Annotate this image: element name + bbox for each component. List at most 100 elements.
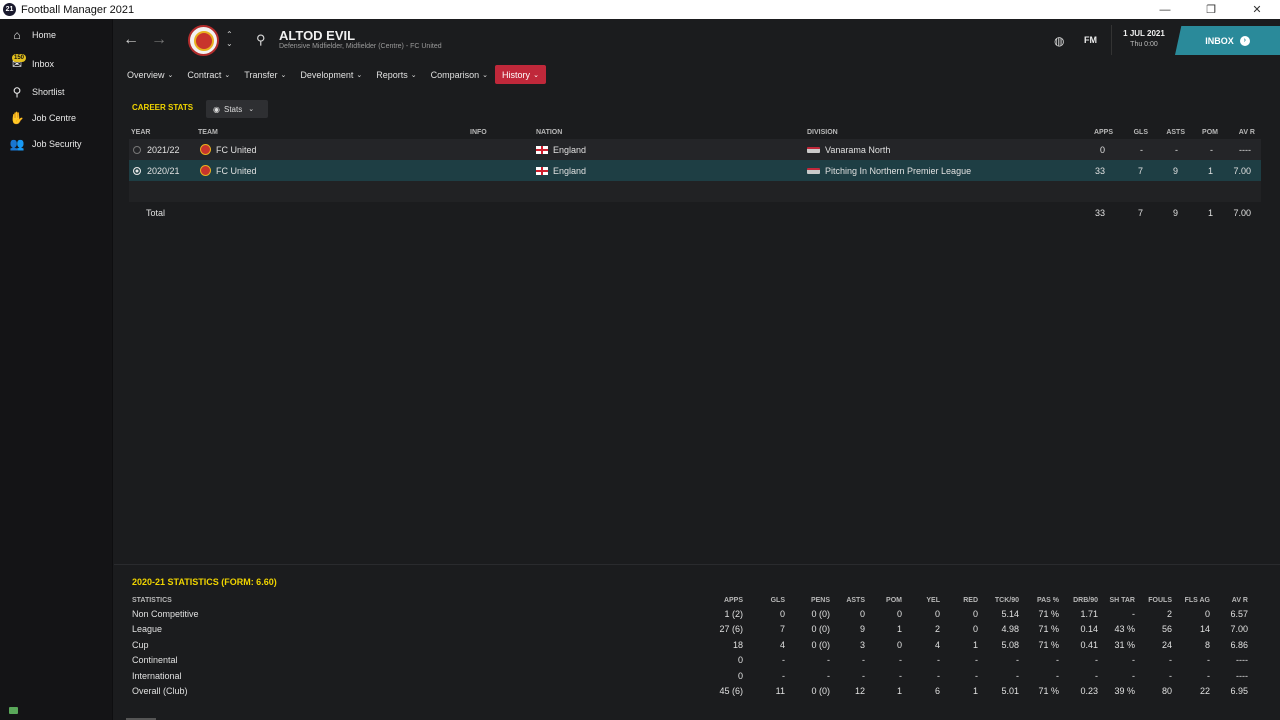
menu-history[interactable]: History ⌄ (495, 65, 546, 84)
table-row[interactable]: Continental 0- - - - - - - - - - - - ---- (132, 653, 1254, 669)
career-stats-table: YEAR TEAM INFO NATION DIVISION APPS GLS … (129, 125, 1261, 223)
col-asts[interactable]: ASTS (1166, 125, 1185, 139)
sidebar-item-shortlist[interactable]: ⚲ Shortlist (0, 79, 112, 105)
player-cycle-icon[interactable]: ⌃ ⌄ (226, 30, 233, 48)
total-label: Total (146, 207, 166, 218)
cell-tck90: - (1016, 655, 1019, 666)
cell-red: 1 (972, 686, 978, 697)
asts-cell: - (1175, 144, 1178, 155)
club-crest[interactable] (188, 25, 219, 56)
table-row[interactable]: 2021/22 FC United England Vanarama North… (129, 139, 1261, 160)
cell-pas: 71 % (1038, 639, 1059, 650)
col-fouls[interactable]: FOULS (1148, 594, 1172, 606)
search-icon[interactable]: ⚲ (256, 32, 266, 48)
cell-yel: - (937, 670, 940, 681)
col-apps[interactable]: APPS (1094, 125, 1113, 139)
col-gls[interactable]: GLS (771, 594, 785, 606)
england-flag-icon (536, 145, 548, 154)
season-stats-title: 2020-21 STATISTICS (FORM: 6.60) (132, 577, 277, 587)
table-row[interactable]: Non Competitive 1 (2) 0 0 (0) 0 0 0 0 5.14 71 % 1.… (132, 606, 1254, 622)
menu-comparison[interactable]: Comparison ⌄ (424, 65, 495, 84)
menu-reports[interactable]: Reports ⌄ (369, 65, 423, 84)
col-pens[interactable]: PENS (811, 594, 830, 606)
cell-gls: - (782, 655, 785, 666)
back-arrow-icon[interactable]: ← (123, 31, 139, 49)
table-row[interactable]: Overall (Club) 45 (6) 11 0 (0) 12 1 6 1 5.01 71 %… (132, 684, 1254, 700)
table-row[interactable]: International 0- - - - - - - - - - - - ---- (132, 668, 1254, 684)
cell-asts: 0 (859, 608, 865, 619)
sidebar-item-job-security[interactable]: 👥 Job Security (0, 131, 112, 157)
col-pom[interactable]: POM (886, 594, 902, 606)
nation-cell[interactable]: England (536, 160, 586, 181)
cell-pens: 0 (0) (811, 639, 830, 650)
cell-pom: 1 (896, 624, 902, 635)
close-button[interactable]: ✕ (1234, 0, 1280, 19)
cell-gls: 11 (775, 686, 785, 697)
nation-cell[interactable]: England (536, 139, 586, 160)
sidebar-item-job-centre[interactable]: ✋ Job Centre (0, 105, 112, 131)
division-cell[interactable]: Vanarama North (807, 139, 890, 160)
menu-label: Transfer (244, 69, 278, 80)
team-cell[interactable]: FC United (200, 139, 257, 160)
col-shtar[interactable]: SH TAR (1109, 594, 1135, 606)
stats-view-dropdown[interactable]: ◉ Stats ⌄ (206, 100, 268, 118)
window-titlebar: 21 Football Manager 2021 — ❐ ✕ (0, 0, 1280, 19)
sidebar-item-home[interactable]: ⌂ Home (0, 22, 112, 48)
minimize-button[interactable]: — (1142, 0, 1188, 19)
total-apps: 33 (1094, 207, 1105, 218)
table-row[interactable]: League 27 (6) 7 0 (0) 9 1 2 0 4.98 71 % 0.14 43 % 56… (132, 622, 1254, 638)
division-cell[interactable]: Pitching In Northern Premier League (807, 160, 971, 181)
table-row[interactable]: 2020/21 FC United England Pitching In No… (129, 160, 1261, 181)
sidebar-item-label: Home (32, 30, 57, 40)
row-radio[interactable] (133, 145, 141, 154)
col-avr[interactable]: AV R (1232, 594, 1248, 606)
col-avr[interactable]: AV R (1239, 125, 1255, 139)
table-header: STATISTICS APPS GLS PENS ASTS POM YEL RED TCK/90… (132, 594, 1254, 606)
col-pom[interactable]: POM (1202, 125, 1218, 139)
col-tck90[interactable]: TCK/90 (995, 594, 1019, 606)
row-radio[interactable] (133, 166, 141, 175)
inbox-continue-button[interactable]: INBOX › (1175, 26, 1280, 55)
status-indicator-icon[interactable] (9, 707, 18, 714)
col-division[interactable]: DIVISION (807, 125, 838, 139)
chevron-down-icon: ⌄ (410, 71, 417, 79)
col-gls[interactable]: GLS (1134, 125, 1148, 139)
fm-logo[interactable]: FM (1084, 35, 1097, 45)
cell-pas: - (1056, 670, 1059, 681)
col-info[interactable]: INFO (470, 125, 487, 139)
menu-contract[interactable]: Contract ⌄ (180, 65, 237, 84)
gls-cell: 7 (1137, 165, 1143, 176)
col-apps[interactable]: APPS (724, 594, 743, 606)
col-year[interactable]: YEAR (131, 125, 150, 139)
col-statistics[interactable]: STATISTICS (132, 594, 172, 606)
menu-transfer[interactable]: Transfer ⌄ (237, 65, 293, 84)
cell-asts: - (862, 655, 865, 666)
cell-drb90: - (1095, 655, 1098, 666)
col-yel[interactable]: YEL (926, 594, 940, 606)
cell-pens: 0 (0) (811, 686, 830, 697)
menu-development[interactable]: Development ⌄ (293, 65, 369, 84)
table-row[interactable]: Cup 18 4 0 (0) 3 0 4 1 5.08 71 % 0.41 31 % 24 8 6.86 (132, 637, 1254, 653)
col-flsag[interactable]: FLS AG (1185, 594, 1210, 606)
pom-cell: - (1210, 144, 1213, 155)
col-drb90[interactable]: DRB/90 (1073, 594, 1098, 606)
season-stats-table: STATISTICS APPS GLS PENS ASTS POM YEL RED TCK/90… (132, 594, 1254, 699)
col-team[interactable]: TEAM (198, 125, 218, 139)
cell-avr: 6.95 (1230, 686, 1248, 697)
forward-arrow-icon[interactable]: → (151, 31, 167, 49)
sidebar-item-inbox[interactable]: ✉ 150 Inbox (0, 51, 112, 77)
player-menu: Overview ⌄ Contract ⌄ Transfer ⌄ Developmen… (120, 65, 546, 84)
maximize-button[interactable]: ❐ (1188, 0, 1234, 19)
england-flag-icon (536, 166, 548, 175)
col-pas[interactable]: PAS % (1037, 594, 1059, 606)
cell-tck90: 5.14 (1001, 608, 1019, 619)
menu-overview[interactable]: Overview ⌄ (120, 65, 180, 84)
col-nation[interactable]: NATION (536, 125, 562, 139)
club-crest-icon (200, 165, 211, 176)
total-asts: 9 (1172, 207, 1178, 218)
globe-icon[interactable]: ◍ (1054, 34, 1064, 48)
player-name: ALTOD EVIL (279, 28, 356, 43)
col-red[interactable]: RED (963, 594, 978, 606)
col-asts[interactable]: ASTS (846, 594, 865, 606)
team-cell[interactable]: FC United (200, 160, 257, 181)
